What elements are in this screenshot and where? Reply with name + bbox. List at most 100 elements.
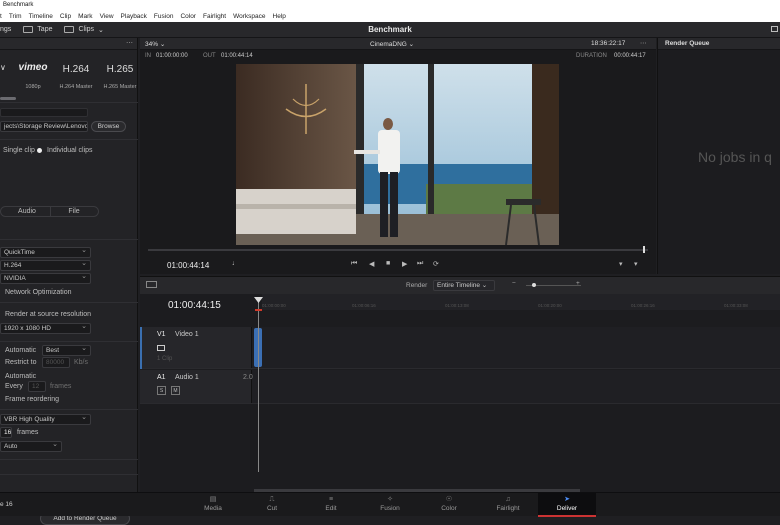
restrict-label[interactable]: Restrict to (5, 359, 37, 366)
page-fairlight[interactable]: ♫ Fairlight (479, 493, 537, 517)
go-to-end-icon[interactable]: ⏭ (417, 260, 423, 268)
page-deliver[interactable]: ➤ Deliver (538, 493, 596, 517)
timeline-timecode: 01:00:44:15 (168, 300, 221, 311)
transport-controls: 01:00:44:14 ♩ ⏮ ◀ ■ ▶ ⏭ ⟳ ▾ ▾ (140, 260, 656, 274)
preset-h265-caption: H.265 Master (103, 84, 137, 90)
individual-clips-radio[interactable] (37, 148, 42, 153)
menu-item-view[interactable]: View (100, 11, 114, 22)
zoom-slider-handle[interactable] (532, 283, 536, 287)
menu-item-clip[interactable]: Clip (60, 11, 71, 22)
audio-track: A1 Audio 1 2.0 S M (140, 370, 780, 404)
clip-name-select[interactable]: CinemaDNG ⌄ (370, 40, 414, 48)
render-settings-panel: ⋯ ∨ vimeo 1080p H.264 H.264 Master H.265… (0, 38, 138, 525)
timeline-header: 01:00:44:15 (140, 294, 262, 327)
render-at-source-label[interactable]: Render at source resolution (5, 311, 91, 318)
clips-button[interactable]: Clips ⌄ (58, 22, 109, 38)
format-select[interactable]: QuickTime (0, 246, 91, 258)
zoom-in-icon[interactable]: + (576, 280, 580, 287)
preset-h265-logo[interactable]: H.265 (102, 64, 138, 75)
viewer-more-icon[interactable]: ⋯ (640, 39, 647, 47)
menu-item-trim[interactable]: Trim (9, 11, 22, 22)
menu-item-mark[interactable]: Mark (78, 11, 92, 22)
menu-item-help[interactable]: Help (273, 11, 286, 22)
preset-vimeo-logo[interactable]: vimeo (14, 62, 52, 73)
frame-reordering-label[interactable]: Frame reordering (5, 396, 59, 403)
video-preview-frame[interactable] (236, 64, 559, 245)
every-field[interactable]: 12 (28, 381, 46, 392)
audio-track-name: Audio 1 (175, 374, 199, 381)
play-icon[interactable]: ▶ (402, 260, 407, 268)
menu-item-fusion[interactable]: Fusion (154, 11, 174, 22)
render-settings-label: ngs (0, 26, 12, 33)
format-value: QuickTime (4, 249, 35, 256)
preset-h264-caption: H.264 Master (59, 84, 93, 90)
zoom-value: 34% (145, 41, 159, 48)
location-field[interactable]: jects\Storage Review\Lenovo P (0, 121, 88, 132)
menu-item-fairlight[interactable]: Fairlight (203, 11, 226, 22)
play-reverse-icon[interactable]: ◀ (369, 260, 374, 268)
quality-mode-label[interactable]: Automatic (5, 347, 36, 354)
tab-audio[interactable]: Audio (15, 208, 39, 215)
preset-partial[interactable]: ∨ (0, 63, 6, 72)
profile-select[interactable]: VBR High Quality (0, 413, 91, 425)
page-edit[interactable]: ≡ Edit (302, 493, 360, 517)
frames-field[interactable]: 16 (0, 427, 12, 438)
single-clip-option[interactable]: Single clip (3, 147, 35, 154)
codec-select[interactable]: H.264 (0, 259, 91, 271)
menu-item[interactable]: t (0, 11, 2, 22)
stop-icon[interactable]: ■ (386, 260, 390, 267)
quality-select[interactable]: Best (42, 344, 91, 356)
solo-button[interactable]: S (157, 386, 166, 395)
monitor-icon[interactable] (157, 345, 165, 351)
mute-button[interactable]: M (171, 386, 180, 395)
previous-clip-icon[interactable]: ▾ (619, 260, 623, 268)
tab-file[interactable]: File (62, 208, 86, 215)
timeline-playhead[interactable] (254, 297, 263, 472)
entropy-select[interactable]: Auto (0, 440, 62, 452)
page-label: Fusion (380, 505, 400, 512)
tape-button[interactable]: Tape (17, 22, 58, 38)
browse-button[interactable]: Browse (91, 121, 126, 132)
restrict-field[interactable]: 80000 (42, 357, 70, 368)
page-fusion[interactable]: ✧ Fusion (361, 493, 419, 517)
profile-value: VBR High Quality (4, 416, 55, 423)
encoder-select[interactable]: NVIDIA (0, 272, 91, 284)
page-label: Color (441, 505, 457, 512)
next-clip-icon[interactable]: ▾ (634, 260, 638, 268)
viewer-panel: 34% ⌄ CinemaDNG ⌄ 18:36:22:17 ⋯ IN 01:00… (140, 38, 656, 274)
network-optimization-label[interactable]: Network Optimization (5, 289, 72, 296)
tab-divider (50, 206, 51, 217)
resolution-select[interactable]: 1920 x 1080 HD (0, 322, 91, 334)
render-range-select[interactable]: Entire Timeline ⌄ (433, 280, 495, 291)
viewer-scrubber[interactable] (148, 249, 648, 251)
track-selected-marker (140, 327, 142, 369)
audio-track-id: A1 (157, 374, 166, 381)
zoom-select[interactable]: 34% ⌄ (145, 40, 165, 48)
active-page-marker (538, 515, 596, 517)
preset-h264-logo[interactable]: H.264 (58, 64, 94, 75)
menu-item-playback[interactable]: Playback (121, 11, 147, 22)
timeline-ruler[interactable]: 01:00:00:00 01:00:06:16 01:00:13:08 01:0… (262, 294, 780, 310)
loop-icon[interactable]: ⟳ (433, 260, 439, 268)
page-media[interactable]: ▤ Media (184, 493, 242, 517)
ruler-tick: 01:00:20:00 (538, 303, 562, 308)
render-settings-toggle[interactable]: ngs (0, 22, 17, 38)
menu-item-timeline[interactable]: Timeline (29, 11, 53, 22)
page-cut[interactable]: ⎍ Cut (243, 493, 301, 517)
current-timecode: 01:00:44:14 (167, 261, 210, 270)
timeline-view-icon[interactable] (146, 281, 157, 288)
page-color[interactable]: ☉ Color (420, 493, 478, 517)
menu-item-workspace[interactable]: Workspace (233, 11, 265, 22)
volume-icon[interactable]: ♩ (232, 260, 239, 267)
more-options-icon[interactable]: ⋯ (126, 39, 133, 47)
filename-field[interactable] (0, 108, 88, 117)
window-icon[interactable] (771, 26, 778, 32)
go-to-start-icon[interactable]: ⏮ (351, 260, 357, 268)
menu-item-color[interactable]: Color (180, 11, 196, 22)
zoom-out-icon[interactable]: − (512, 280, 516, 287)
scrubber-playhead[interactable] (643, 246, 645, 253)
preset-scrollbar[interactable] (0, 97, 16, 100)
keyframes-mode-label[interactable]: Automatic (5, 373, 36, 380)
deliver-icon: ➤ (564, 496, 570, 503)
render-queue-empty: No jobs in q (698, 149, 772, 165)
